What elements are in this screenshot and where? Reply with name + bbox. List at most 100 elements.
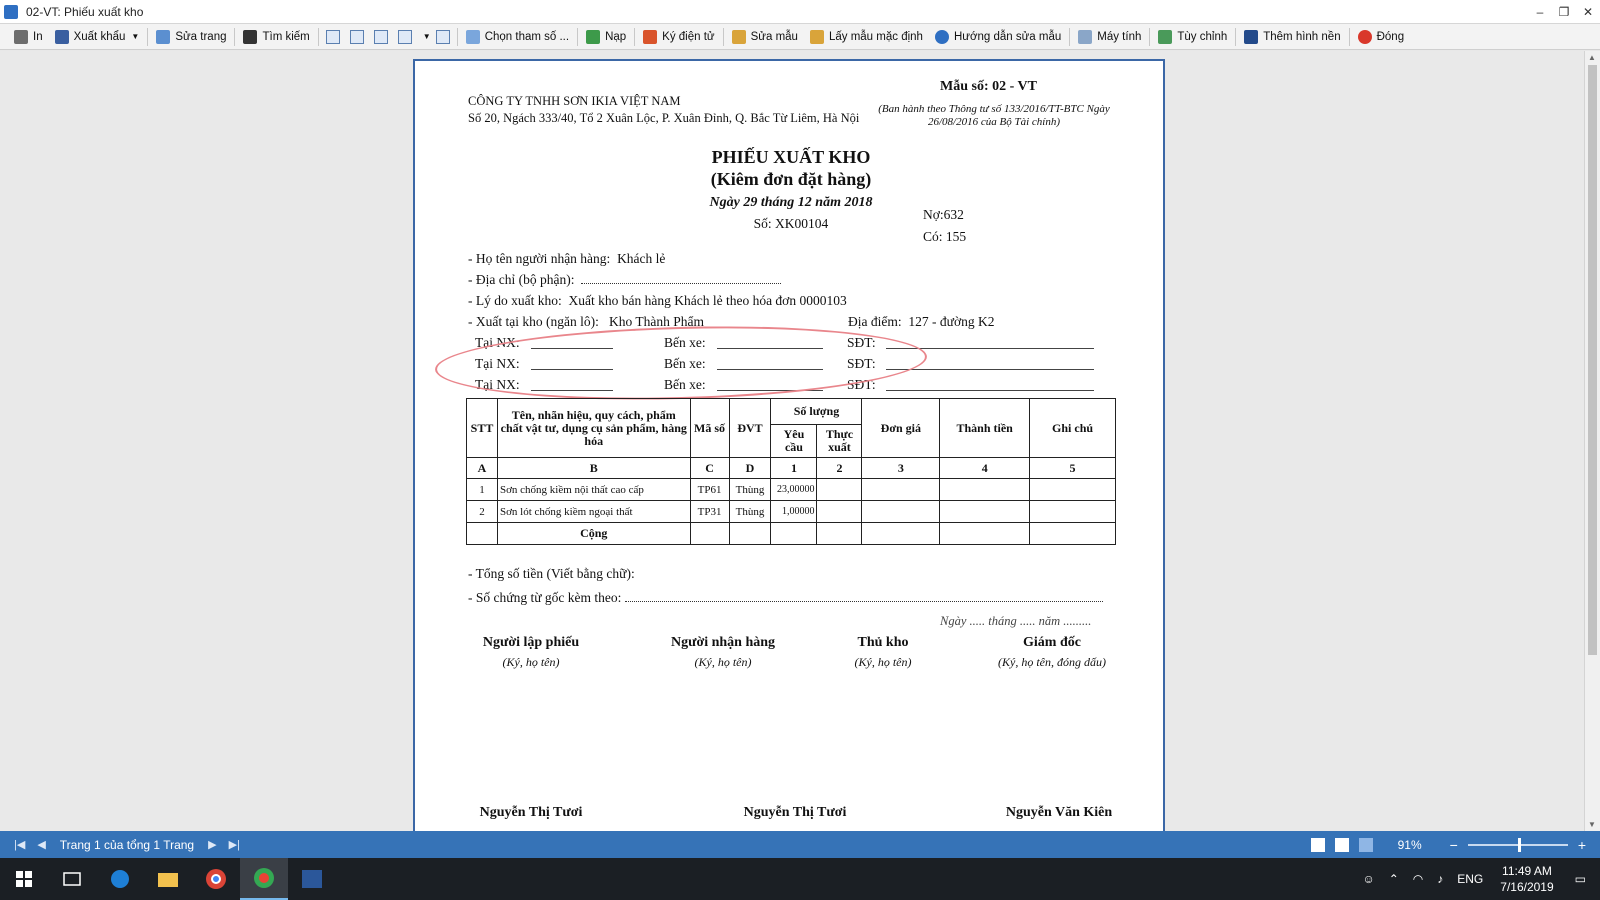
total-empty [816, 522, 863, 545]
customize-icon [1158, 29, 1173, 44]
page-width-view-icon[interactable] [349, 29, 364, 44]
previous-page-icon[interactable]: ◀ [31, 838, 51, 851]
chevron-up-icon[interactable]: ⌃ [1389, 872, 1399, 886]
taskbar-word[interactable] [288, 858, 336, 900]
taskbar-edge[interactable] [96, 858, 144, 900]
next-page-icon[interactable]: ▶ [202, 838, 222, 851]
table-index-row: A B C D 1 2 3 4 5 [466, 457, 1116, 479]
taskbar-accounting-app[interactable] [240, 858, 288, 900]
zoom-slider-knob[interactable] [1517, 837, 1521, 852]
close-window-button[interactable]: ✕ [1576, 5, 1600, 19]
zoom-slider[interactable] [1467, 837, 1568, 852]
toolbar-separator [317, 27, 319, 46]
multi-page-icon[interactable] [1358, 837, 1373, 852]
binoculars-icon [243, 29, 258, 44]
document-title: PHIẾU XUẤT KHO [711, 147, 871, 167]
task-view-button[interactable] [48, 858, 96, 900]
task-view-icon [63, 872, 81, 886]
items-table: STT Tên, nhãn hiệu, quy cách, phẩm chất … [466, 398, 1116, 545]
view-zoom-controls: 91% − + [1306, 831, 1600, 858]
pencil-icon [809, 29, 824, 44]
clock-date: 7/16/2019 [1500, 880, 1554, 894]
chevron-down-icon[interactable]: ▼ [423, 32, 431, 41]
close-label: Đóng [1376, 30, 1405, 43]
close-button[interactable]: Đóng [1352, 26, 1411, 48]
header-requested: Yêu cầu [770, 424, 818, 458]
header-stt: STT [466, 398, 498, 458]
status-bar: |◀ ◀ Trang 1 của tổng 1 Trang ▶ ▶| 91% −… [0, 831, 1600, 858]
taskbar-chrome[interactable] [192, 858, 240, 900]
restore-button[interactable]: ❐ [1552, 5, 1576, 19]
print-button[interactable]: In [8, 26, 49, 48]
taskbar-file-explorer[interactable] [144, 858, 192, 900]
signer-note: (Ký, họ tên, đóng dấu) [998, 655, 1106, 669]
calculator-label: Máy tính [1097, 30, 1142, 43]
document-date: Ngày 29 tháng 12 năm 2018 [709, 195, 873, 210]
toolbar-separator [577, 27, 579, 46]
form-issued-note: (Ban hành theo Thông tư số 133/2016/TT-B… [878, 103, 1110, 128]
load-label: Nạp [605, 30, 627, 43]
minimize-button[interactable]: – [1528, 5, 1552, 19]
two-page-view-icon[interactable] [373, 29, 388, 44]
wifi-icon[interactable]: ◠ [1413, 872, 1423, 886]
row-actual-qty [816, 478, 863, 501]
edit-template-button[interactable]: Sửa mẫu [726, 26, 804, 48]
row-stt: 1 [466, 478, 498, 501]
power-icon [1357, 29, 1372, 44]
row-item-name: Sơn chống kiềm nội thất cao cấp [496, 478, 691, 501]
index-cell: 3 [861, 457, 941, 479]
language-indicator[interactable]: ENG [1457, 872, 1483, 886]
volume-icon[interactable]: ♪ [1437, 872, 1443, 886]
address-label: - Địa chỉ (bộ phận): [468, 272, 575, 287]
start-button[interactable] [0, 858, 48, 900]
row-stt: 2 [466, 500, 498, 523]
add-background-button[interactable]: Thêm hình nền [1238, 26, 1346, 48]
header-code: Mã số [689, 398, 730, 458]
people-icon[interactable]: ☺ [1362, 872, 1374, 886]
clock[interactable]: 11:49 AM 7/16/2019 [1500, 863, 1553, 895]
scroll-up-icon[interactable]: ▲ [1588, 53, 1596, 62]
edit-template-label: Sửa mẫu [750, 30, 798, 43]
row-actual-qty [816, 500, 863, 523]
header-unit: ĐVT [728, 398, 772, 458]
default-template-button[interactable]: Lấy mẫu mặc định [804, 26, 929, 48]
template-help-label: Hướng dẫn sửa mẫu [953, 30, 1062, 43]
customize-button[interactable]: Tùy chỉnh [1152, 26, 1233, 48]
notifications-icon[interactable]: ▭ [1575, 872, 1586, 886]
first-page-icon[interactable]: |◀ [8, 838, 31, 851]
single-page-icon[interactable] [1310, 837, 1325, 852]
scrollbar-thumb[interactable] [1588, 65, 1597, 655]
toolbar-separator [456, 27, 458, 46]
row-item-name: Sơn lót chống kiềm ngoại thất [496, 500, 691, 523]
multi-page-view-icon[interactable] [397, 29, 412, 44]
vertical-scrollbar[interactable]: ▲ ▼ [1584, 51, 1600, 831]
calculator-button[interactable]: Máy tính [1072, 26, 1147, 48]
printer-icon [14, 29, 28, 44]
load-button[interactable]: Nạp [580, 26, 632, 48]
fullscreen-icon[interactable] [435, 29, 450, 44]
word-icon [302, 870, 322, 888]
chrome-icon [206, 869, 226, 889]
search-label: Tìm kiếm [262, 30, 310, 43]
sdt-line [886, 390, 1094, 391]
chevron-down-icon[interactable]: ▼ [131, 32, 139, 41]
zoom-in-icon[interactable]: + [1578, 837, 1586, 853]
accounting-app-icon [254, 868, 274, 888]
report-viewer[interactable]: CÔNG TY TNHH SƠN IKIA VIỆT NAM Số 20, Ng… [0, 51, 1584, 831]
scroll-down-icon[interactable]: ▼ [1588, 820, 1596, 829]
template-help-button[interactable]: Hướng dẫn sửa mẫu [929, 26, 1067, 48]
signer-note: (Ký, họ tên) [502, 655, 560, 669]
zoom-out-icon[interactable]: − [1450, 837, 1458, 853]
continuous-page-icon[interactable] [1334, 837, 1349, 852]
e-sign-button[interactable]: Ký điện tử [637, 26, 720, 48]
single-page-view-icon[interactable] [325, 29, 340, 44]
last-page-icon[interactable]: ▶| [223, 838, 246, 851]
choose-params-button[interactable]: Chọn tham số ... [460, 26, 575, 48]
export-button[interactable]: Xuất khẩu ▼ [49, 26, 146, 48]
background-icon [1244, 29, 1259, 44]
index-cell: 5 [1029, 457, 1116, 479]
index-cell: A [466, 457, 498, 479]
edit-page-button[interactable]: Sửa trang [150, 26, 232, 48]
search-button[interactable]: Tìm kiếm [237, 26, 315, 48]
index-cell: 1 [770, 457, 818, 479]
